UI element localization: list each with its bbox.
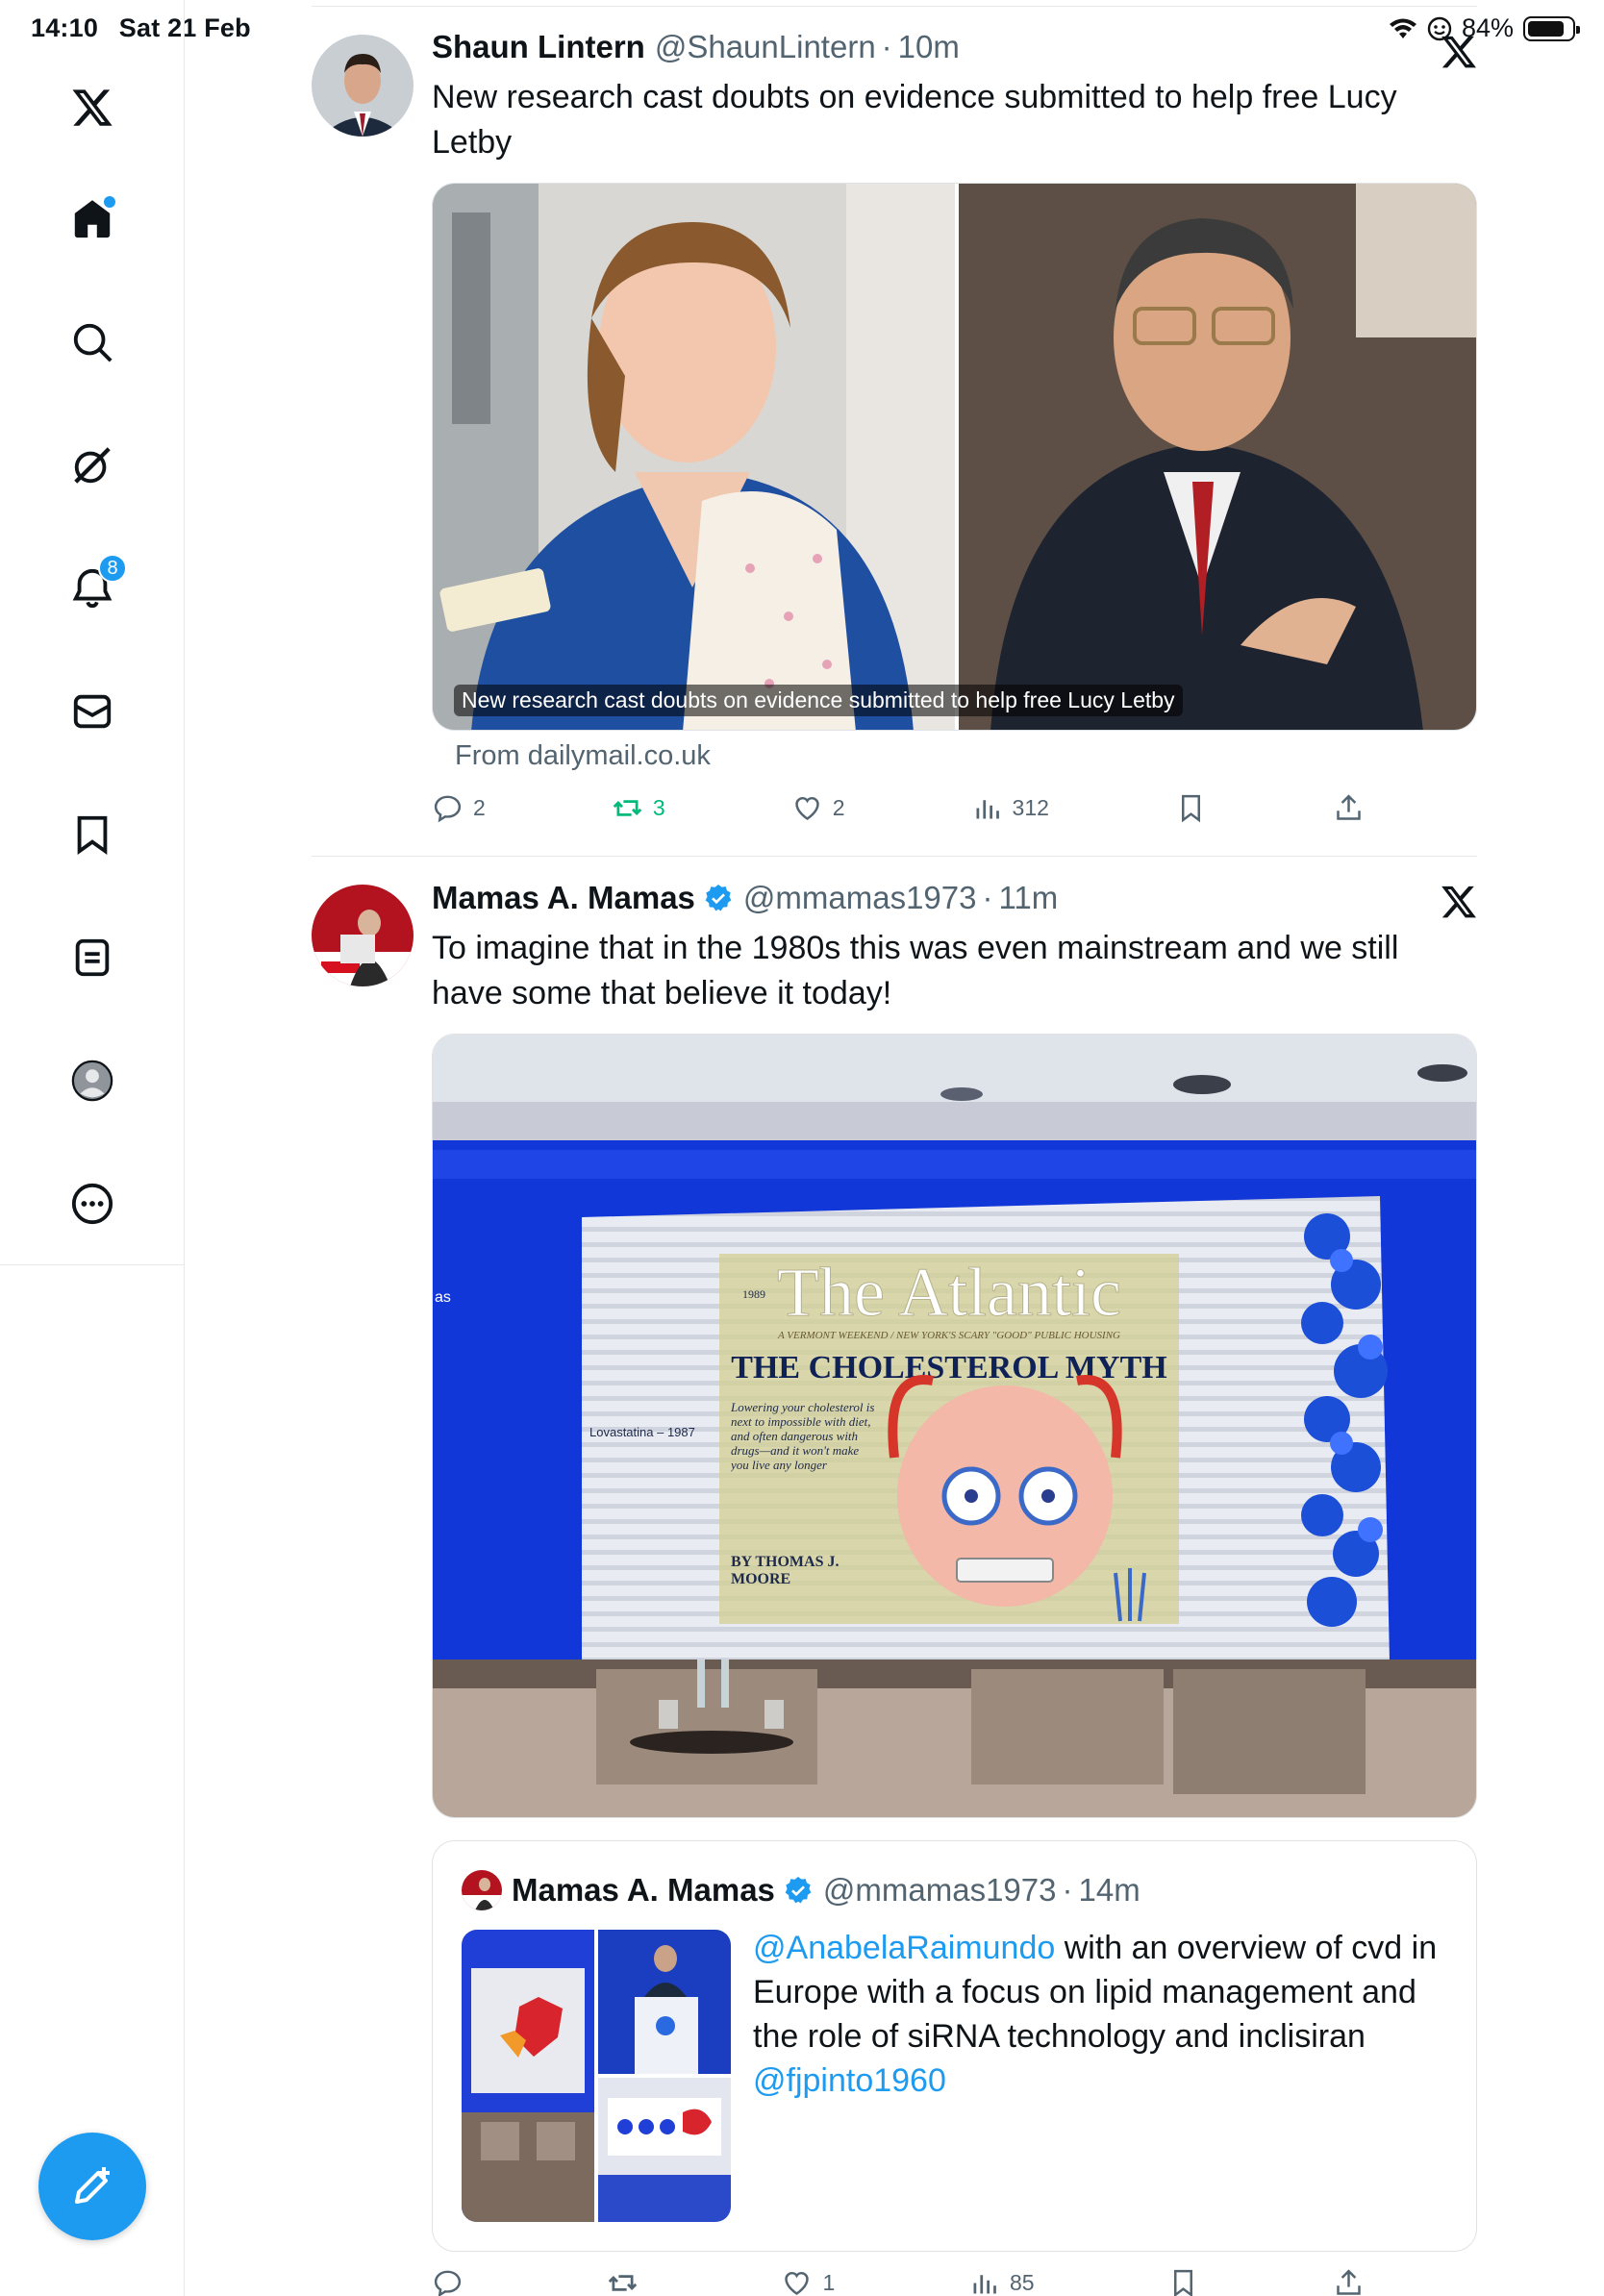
tweet-divider (312, 856, 1477, 857)
card-caption: New research cast doubts on evidence sub… (454, 685, 1183, 716)
reply-icon (434, 795, 462, 823)
display-name[interactable]: Shaun Lintern (432, 29, 645, 65)
views-button[interactable]: 85 (968, 2267, 1035, 2296)
reply-count: 2 (473, 795, 486, 820)
view-count: 312 (1012, 795, 1049, 820)
tweet-text: To imagine that in the 1980s this was ev… (432, 930, 1399, 1011)
quoted-tweet-text: @AnabelaRaimundo with an overview of cvd… (753, 1926, 1455, 2103)
reply-icon (434, 2270, 462, 2296)
retweet-icon (613, 800, 642, 816)
notifications-badge: 8 (98, 554, 127, 583)
verified-badge-icon (705, 885, 732, 911)
like-button[interactable]: 1 (781, 2267, 835, 2296)
handle[interactable]: @mmamas1973 (743, 880, 977, 916)
magazine-byline: BY THOMAS J. MOORE (731, 1554, 840, 1587)
handle[interactable]: @ShaunLintern (655, 29, 876, 65)
timestamp[interactable]: 10m (898, 29, 960, 65)
like-count: 2 (832, 795, 845, 820)
separator-dot: · (881, 29, 892, 64)
quoted-avatar (462, 1870, 502, 1910)
quoted-handle[interactable]: @mmamas1973 (823, 1872, 1057, 1909)
battery-icon (1523, 15, 1580, 41)
verified-badge-icon (785, 1877, 812, 1904)
magazine-subtitle: A VERMONT WEEKEND / NEW YORK'S SCARY "GO… (777, 1330, 1120, 1341)
x-source-icon (1441, 36, 1476, 68)
home-icon[interactable] (60, 187, 125, 252)
conference-photo: 1989 The Atlantic A VERMONT WEEKEND / NE… (433, 1035, 1476, 1817)
like-count: 1 (822, 2270, 836, 2295)
avatar[interactable] (312, 35, 414, 137)
magazine-year: 1989 (742, 1287, 765, 1301)
status-indicators: 84% (1389, 13, 1580, 43)
tweet-header: Mamas A. Mamas @mmamas1973 · 11m (432, 880, 1058, 916)
views-bar-chart-icon (973, 2275, 996, 2294)
quoted-media-grid[interactable] (462, 1930, 731, 2222)
magazine-blurb: Lowering your cholesterol is next to imp… (731, 1400, 875, 1472)
tweet-actions: 1 85 (432, 2267, 1365, 2296)
reply-button[interactable]: 2 (432, 792, 486, 824)
card-photo (433, 184, 1476, 730)
lists-icon[interactable] (60, 925, 125, 990)
reply-button[interactable] (432, 2267, 473, 2296)
slide-side-label: Lovastatina – 1987 (589, 1425, 695, 1439)
heart-icon (785, 2271, 810, 2295)
slide-left-fragment: as (435, 1289, 451, 1306)
grok-icon[interactable] (60, 433, 125, 498)
link-card-image[interactable]: New research cast doubts on evidence sub… (432, 183, 1477, 731)
quoted-timestamp[interactable]: 14m (1079, 1872, 1140, 1909)
separator-dot: · (982, 880, 993, 915)
retweet-button[interactable] (607, 2267, 648, 2296)
views-bar-chart-icon (976, 800, 999, 819)
search-icon[interactable] (60, 310, 125, 375)
retweet-button[interactable]: 3 (612, 792, 665, 824)
share-button[interactable] (1333, 792, 1365, 824)
mention-link[interactable]: @AnabelaRaimundo (753, 1930, 1055, 1966)
quoted-tweet-header: Mamas A. Mamas @mmamas1973 · 14m (462, 1870, 1140, 1910)
heart-icon (794, 796, 819, 820)
profile-avatar-icon[interactable] (60, 1048, 125, 1113)
x-source-icon (1441, 886, 1476, 918)
bookmark-button[interactable] (1175, 792, 1207, 824)
bookmark-button[interactable] (1167, 2267, 1199, 2296)
compose-plus-icon (75, 2167, 110, 2204)
retweet-icon (608, 2275, 637, 2291)
bookmark-icon (1181, 794, 1200, 823)
bookmark-icon[interactable] (60, 802, 125, 867)
bookmark-icon (1174, 2269, 1193, 2296)
tweet-text: New research cast doubts on evidence sub… (432, 79, 1397, 161)
separator-dot: · (1062, 1872, 1073, 1908)
quoted-photos (462, 1930, 731, 2222)
timestamp[interactable]: 11m (999, 880, 1059, 916)
mail-icon[interactable] (60, 679, 125, 744)
card-source-link[interactable]: From dailymail.co.uk (455, 740, 711, 772)
share-button[interactable] (1333, 2267, 1365, 2296)
share-icon (1337, 794, 1361, 820)
like-button[interactable]: 2 (791, 792, 845, 824)
compose-button[interactable] (38, 2133, 146, 2240)
sidebar: 8 (0, 0, 185, 2296)
share-icon (1337, 2269, 1361, 2295)
tweet-header: Shaun Lintern @ShaunLintern · 10m (432, 29, 960, 65)
tweet-actions: 2 3 2 312 (432, 792, 1365, 824)
quoted-display-name[interactable]: Mamas A. Mamas (512, 1872, 775, 1909)
home-unread-dot (104, 196, 115, 208)
wifi-icon (1389, 18, 1416, 38)
tweet-image[interactable]: 1989 The Atlantic A VERMONT WEEKEND / NE… (432, 1034, 1477, 1818)
feed-top-divider (312, 6, 1477, 7)
view-count: 85 (1009, 2270, 1035, 2295)
views-button[interactable]: 312 (971, 792, 1049, 824)
bell-icon[interactable]: 8 (60, 554, 127, 621)
sidebar-divider (0, 1264, 185, 1265)
more-circle-icon[interactable] (60, 1171, 125, 1236)
retweet-count: 3 (652, 795, 665, 820)
avatar[interactable] (312, 885, 414, 986)
mention-link[interactable]: @fjpinto1960 (753, 2062, 946, 2099)
display-name[interactable]: Mamas A. Mamas (432, 880, 695, 916)
magazine-title: The Atlantic (777, 1254, 1121, 1331)
quoted-tweet[interactable]: Mamas A. Mamas @mmamas1973 · 14m @Anabel… (432, 1840, 1477, 2252)
x-logo-icon[interactable] (60, 75, 125, 140)
